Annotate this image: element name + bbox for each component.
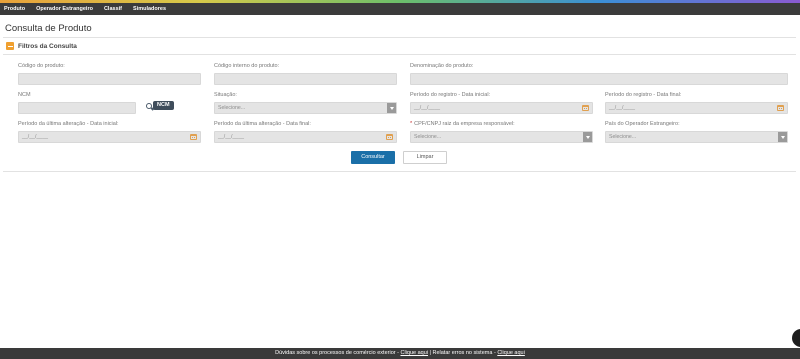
form-bottom-divider [3,171,796,172]
cpf-cnpj-label: * CPF/CNPJ raiz da empresa responsável: [410,121,515,127]
cpf-cnpj-selected-value: Selecione... [414,134,442,140]
dropdown-arrow-icon[interactable] [778,132,787,142]
ncm-label: NCM [18,92,31,98]
alteracao-inicial-input[interactable]: __/__/____ [18,131,201,143]
alteracao-final-label: Período da última alteração - Data final… [214,121,311,127]
ncm-input[interactable] [18,102,136,114]
consultar-button[interactable]: Consultar [351,151,395,164]
denominacao-label: Denominação do produto: [410,63,474,69]
footer-link-duvidas[interactable]: Clique aqui [400,350,428,356]
required-mark: * [410,121,413,127]
alteracao-final-input[interactable]: __/__/____ [214,131,397,143]
collapse-toggle-icon[interactable] [6,42,14,50]
situacao-label: Situação: [214,92,237,98]
situacao-selected-value: Selecione... [218,105,246,111]
pais-operador-label: País do Operador Estrangeiro: [605,121,680,127]
calendar-icon[interactable] [582,105,589,111]
pais-operador-selected-value: Selecione... [609,134,637,140]
nav-item-operador-estrangeiro[interactable]: Operador Estrangeiro [36,3,93,15]
chat-icon[interactable] [792,329,800,347]
registro-inicial-label: Período do registro - Data inicial: [410,92,491,98]
registro-final-label: Período do registro - Data final: [605,92,682,98]
codigo-interno-input[interactable] [214,73,397,85]
alteracao-inicial-placeholder: __/__/____ [22,134,48,140]
limpar-button[interactable]: Limpar [403,151,447,164]
calendar-icon[interactable] [190,134,197,140]
registro-inicial-placeholder: __/__/____ [414,105,440,111]
codigo-interno-label: Código interno do produto: [214,63,280,69]
footer-text-erros: | Relatar erros no sistema - [428,350,498,356]
top-navigation: Produto Operador Estrangeiro Classif Sim… [0,3,800,15]
title-divider [3,37,796,38]
footer-bar: Dúvidas sobre os processos de comércio e… [0,348,800,359]
section-divider [3,54,796,55]
ncm-search-tooltip[interactable]: NCM [146,101,174,110]
ncm-badge: NCM [153,101,174,110]
pais-operador-select[interactable]: Selecione... [605,131,788,143]
calendar-icon[interactable] [386,134,393,140]
footer-text-duvidas: Dúvidas sobre os processos de comércio e… [275,350,401,356]
nav-item-simuladores[interactable]: Simuladores [133,3,166,15]
filters-section-header[interactable]: Filtros da Consulta [6,42,77,50]
situacao-select[interactable]: Selecione... [214,102,397,114]
nav-item-produto[interactable]: Produto [4,3,25,15]
dropdown-arrow-icon[interactable] [583,132,592,142]
cpf-cnpj-select[interactable]: Selecione... [410,131,593,143]
nav-item-classif[interactable]: Classif [104,3,122,15]
registro-final-placeholder: __/__/____ [609,105,635,111]
page-title: Consulta de Produto [5,23,92,34]
alteracao-final-placeholder: __/__/____ [218,134,244,140]
section-title: Filtros da Consulta [18,42,77,50]
cpf-cnpj-label-text: CPF/CNPJ raiz da empresa responsável: [414,121,515,127]
codigo-produto-label: Código do produto: [18,63,65,69]
dropdown-arrow-icon[interactable] [387,103,396,113]
registro-inicial-input[interactable]: __/__/____ [410,102,593,114]
footer-link-erros[interactable]: Clique aqui [497,350,525,356]
alteracao-inicial-label: Período da última alteração - Data inici… [18,121,119,127]
denominacao-input[interactable] [410,73,788,85]
codigo-produto-input[interactable] [18,73,201,85]
search-icon[interactable] [146,102,152,109]
registro-final-input[interactable]: __/__/____ [605,102,788,114]
calendar-icon[interactable] [777,105,784,111]
